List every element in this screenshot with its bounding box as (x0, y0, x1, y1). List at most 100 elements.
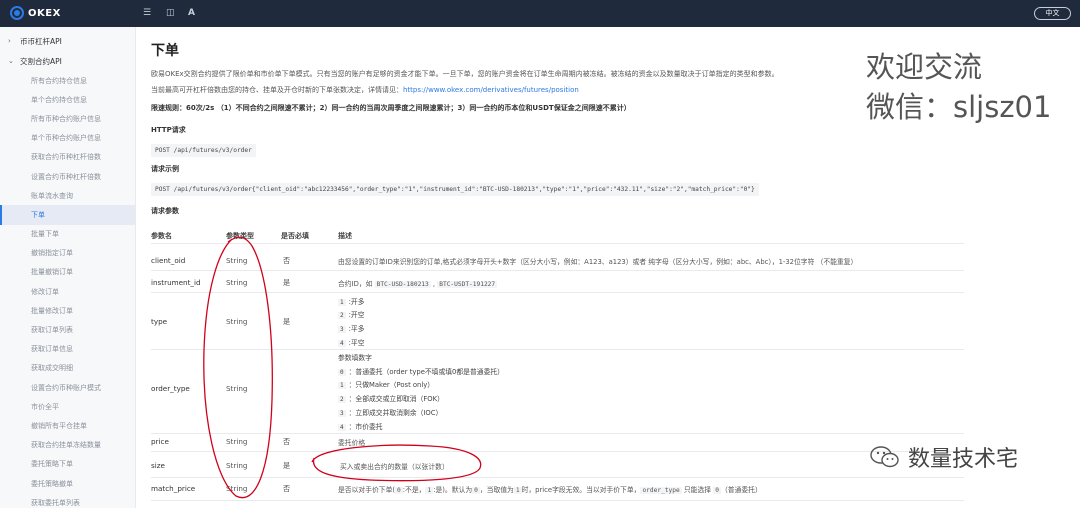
desc-text: 是否以对手价下单( (338, 486, 396, 494)
desc-text: :是)。默认为 (433, 486, 473, 494)
param-name: instrument_id (151, 278, 201, 287)
sidebar-item[interactable]: 获取合约币种杠杆倍数 (0, 148, 135, 167)
enum-code: 4 (338, 424, 346, 431)
param-required: 否 (283, 484, 291, 493)
sidebar-item[interactable]: 撤销所有平仓挂单 (0, 416, 135, 435)
param-description: 由您设置的订单ID来识别您的订单,格式必须字母开头+数字（区分大小写，例如：A1… (338, 258, 858, 266)
enum-label: :平多 (348, 325, 365, 333)
col-header-name: 参数名 (151, 232, 172, 240)
param-description: 买入或卖出合约的数量（以张计数） (340, 463, 449, 471)
table-divider (151, 433, 964, 434)
chevron-right-icon: › (8, 37, 11, 45)
sidebar-item[interactable]: 获取成交明细 (0, 359, 135, 378)
sidebar-item[interactable]: 委托策略撤单 (0, 474, 135, 493)
enum-code: 3 (338, 410, 346, 417)
enum-code: 2 (338, 312, 346, 319)
col-header-type: 参数类型 (226, 232, 254, 240)
sidebar-item[interactable]: 账单流水查询 (0, 186, 135, 205)
enum-item: 4:平空 (338, 337, 365, 347)
language-button[interactable]: 中文 (1034, 7, 1071, 20)
grid-icon[interactable]: ◫ (166, 7, 175, 19)
sidebar-item[interactable]: 委托策略下单 (0, 455, 135, 474)
enum-code: 2 (338, 396, 346, 403)
enum-item: 1 ：只做Maker（Post only） (338, 379, 434, 389)
sidebar-item[interactable]: 批量修改订单 (0, 301, 135, 320)
desc-text: （普通委托） (720, 486, 762, 494)
enum-code: 0 (338, 369, 346, 376)
sidebar: › 币币杠杆API ⌄ 交割合约API 所有合约持仓信息 单个合约持仓信息 所有币种… (0, 27, 136, 508)
sidebar-group-margin-api[interactable]: › 币币杠杆API (0, 31, 135, 51)
leverage-link[interactable]: https://www.okex.com/derivatives/futures… (403, 86, 579, 94)
sidebar-item[interactable]: 获取订单列表 (0, 320, 135, 339)
enum-label: ：市价委托 (348, 423, 383, 431)
enum-item: 3 ：立即成交并取消剩余（IOC） (338, 407, 442, 417)
param-name: order_type (151, 384, 190, 393)
col-header-description: 描述 (338, 232, 352, 240)
leverage-text: 当前最高可开杠杆倍数由您的持仓、挂单及开仓时新的下单张数决定，详情请见：http… (151, 85, 579, 95)
okex-logo[interactable]: OKEX (10, 6, 61, 20)
table-divider (151, 477, 964, 478)
watermark-line1: 欢迎交流 (866, 50, 983, 84)
param-required: 否 (283, 437, 291, 446)
page-title: 下单 (151, 43, 179, 59)
intro-text: 欧易OKEx交割合约提供了限价单和市价单下单模式。只有当您的账户有足够的资金才能… (151, 70, 779, 78)
inline-code: 0 (472, 487, 480, 494)
desc-text: 只能选择 (683, 486, 712, 494)
sidebar-item[interactable]: 所有币种合约账户信息 (0, 109, 135, 128)
desc-text: 时，price字段无效。当以对手价下单， (521, 486, 641, 494)
param-type: String (226, 484, 248, 493)
sidebar-item[interactable]: 批量撤销订单 (0, 263, 135, 282)
watermark-line2: 微信：sljsz01 (866, 90, 1052, 124)
param-name: size (151, 461, 165, 470)
sidebar-item[interactable]: 设置合约币种账户模式 (0, 378, 135, 397)
inline-code: BTC-USDT-191227 (437, 281, 498, 288)
sidebar-item[interactable]: 撤销指定订单 (0, 244, 135, 263)
sidebar-group-futures-api[interactable]: ⌄ 交割合约API (0, 51, 135, 71)
sidebar-item[interactable]: 所有合约持仓信息 (0, 71, 135, 90)
param-name: client_oid (151, 256, 186, 265)
enum-item: 1:开多 (338, 296, 365, 306)
sidebar-item[interactable]: 设置合约币种杠杆倍数 (0, 167, 135, 186)
sidebar-group-label: 交割合约API (20, 56, 62, 66)
sidebar-item[interactable]: 批量下单 (0, 225, 135, 244)
sidebar-item[interactable]: 修改订单 (0, 282, 135, 301)
enum-item: 2 ：全部成交或立即取消（FOK） (338, 393, 444, 403)
http-heading: HTTP请求 (151, 126, 186, 134)
table-divider (151, 270, 964, 271)
enum-label: ：全部成交或立即取消（FOK） (348, 395, 444, 403)
inline-code: 0 (713, 487, 721, 494)
param-type: String (226, 437, 248, 446)
param-type: String (226, 384, 248, 393)
sidebar-group-label: 币币杠杆API (20, 36, 62, 46)
param-description: 合约ID，如 BTC-USD-180213 , BTC-USDT-191227 (338, 280, 498, 288)
sidebar-item[interactable]: 获取委托单列表 (0, 493, 135, 508)
http-request-code: POST /api/futures/v3/order (151, 144, 256, 157)
chevron-down-icon: ⌄ (8, 57, 14, 65)
top-bar: OKEX ☰ ◫ A 中文 (0, 0, 1080, 27)
param-type: String (226, 278, 248, 287)
example-code: POST /api/futures/v3/order{"client_oid":… (151, 183, 759, 196)
col-header-required: 是否必填 (281, 232, 309, 240)
brand-name: OKEX (28, 7, 61, 19)
param-required: 是 (283, 317, 291, 326)
sidebar-item[interactable]: 单个币种合约账户信息 (0, 129, 135, 148)
params-heading: 请求参数 (151, 207, 179, 215)
enum-item: 3:平多 (338, 323, 365, 333)
enum-item: 4 ：市价委托 (338, 421, 383, 431)
example-heading: 请求示例 (151, 165, 179, 173)
param-description: 是否以对手价下单(0:不是， 1:是)。默认为 0 ，当取值为 1 时，price字段无效… (338, 484, 762, 494)
sidebar-item[interactable]: 单个合约持仓信息 (0, 90, 135, 109)
sidebar-item[interactable]: 获取订单信息 (0, 340, 135, 359)
inline-code: BTC-USD-180213 (374, 281, 431, 288)
font-icon[interactable]: A (188, 7, 195, 19)
menu-icon[interactable]: ☰ (143, 7, 151, 19)
enum-intro: 参数填数字 (338, 354, 372, 362)
enum-label: ：只做Maker（Post only） (348, 381, 435, 389)
param-type: String (226, 461, 248, 470)
table-divider (151, 292, 964, 293)
sidebar-item[interactable]: 获取合约挂单冻结数量 (0, 436, 135, 455)
sidebar-item[interactable]: 下单 (0, 205, 135, 225)
inline-code: order_type (640, 487, 682, 494)
param-type: String (226, 317, 248, 326)
sidebar-item[interactable]: 市价全平 (0, 397, 135, 416)
